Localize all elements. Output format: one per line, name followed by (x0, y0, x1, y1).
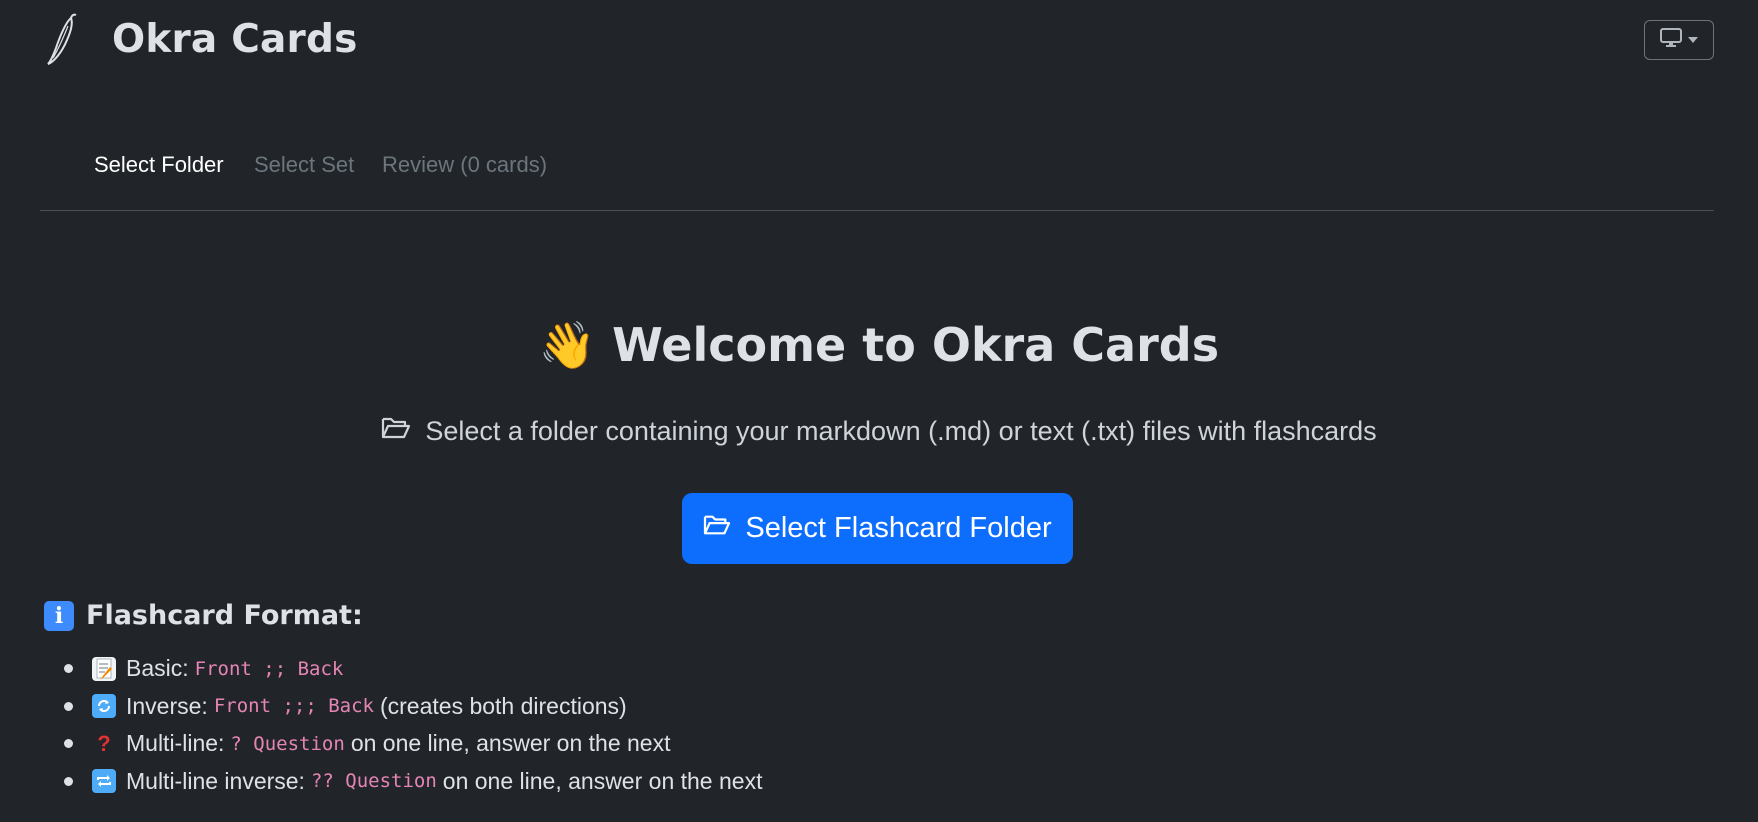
tab-select-set[interactable]: Select Set (254, 152, 354, 178)
format-multiline-suffix: on one line, answer on the next (350, 730, 671, 757)
list-item: Multi-line inverse: ?? Question on one l… (60, 763, 762, 801)
question-mark-icon: ? (97, 730, 111, 756)
list-item: Inverse: Front ;;; Back (creates both di… (60, 688, 762, 726)
tab-review[interactable]: Review (0 cards) (382, 152, 547, 178)
format-inverse-label: Inverse: (126, 692, 208, 719)
welcome-heading: 👋 Welcome to Okra Cards (0, 318, 1758, 373)
format-list: Basic: Front ;; Back Inverse: Front ;;; … (60, 650, 762, 800)
format-multiline-inverse-label: Multi-line inverse: (126, 767, 305, 794)
okra-logo-icon (44, 12, 84, 68)
select-folder-button[interactable]: Select Flashcard Folder (682, 493, 1073, 564)
format-multiline-inverse-suffix: on one line, answer on the next (442, 767, 763, 794)
welcome-subtitle: Select a folder containing your markdown… (0, 415, 1758, 448)
format-title-text: Flashcard Format: (86, 600, 363, 631)
format-multiline-label: Multi-line: (126, 730, 225, 757)
list-item: ? Multi-line: ? Question on one line, an… (60, 725, 762, 763)
format-inverse-code: Front ;;; Back (213, 695, 374, 718)
theme-toggle-button[interactable] (1644, 20, 1714, 60)
waving-hand-icon: 👋 (538, 318, 597, 372)
monitor-icon (1660, 28, 1682, 52)
format-inverse-suffix: (creates both directions) (379, 692, 627, 719)
chevron-down-icon (1688, 37, 1698, 43)
arrows-cycle-icon (92, 694, 116, 719)
format-section-title: i Flashcard Format: (44, 600, 363, 631)
welcome-subtitle-text: Select a folder containing your markdown… (425, 416, 1377, 446)
welcome-heading-text: Welcome to Okra Cards (612, 318, 1220, 372)
tab-select-folder[interactable]: Select Folder (94, 152, 224, 178)
select-folder-button-label: Select Flashcard Folder (745, 512, 1052, 544)
repeat-icon (92, 769, 116, 794)
format-basic-code: Front ;; Back (194, 657, 344, 680)
info-icon: i (44, 600, 74, 631)
format-basic-label: Basic: (126, 655, 189, 682)
folder-open-icon (381, 415, 411, 448)
app-title: Okra Cards (112, 17, 358, 62)
tab-bar: Select Folder Select Set Review (0 cards… (40, 150, 1714, 211)
memo-icon (92, 656, 116, 681)
folder-open-icon (703, 512, 731, 545)
header: Okra Cards (0, 0, 1758, 90)
list-item: Basic: Front ;; Back (60, 650, 762, 688)
format-multiline-inverse-code: ?? Question (310, 770, 437, 793)
app-root: Okra Cards Select Folder Select Set Revi… (0, 0, 1758, 822)
format-multiline-code: ? Question (230, 732, 345, 755)
